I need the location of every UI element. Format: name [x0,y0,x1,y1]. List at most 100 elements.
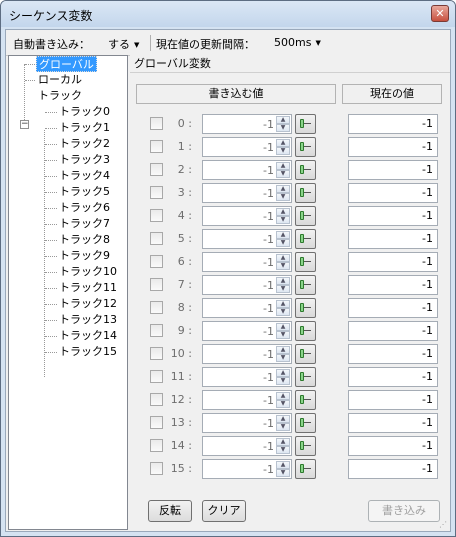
spin-down-icon[interactable]: ▼ [276,331,290,339]
title-bar[interactable]: シーケンス変数 ✕ [1,1,455,27]
row-checkbox[interactable] [150,439,163,452]
value-spinbox[interactable]: -1 ▲ ▼ [202,413,292,433]
write-button[interactable]: 書き込み [368,500,440,522]
value-spinbox[interactable]: -1 ▲ ▼ [202,436,292,456]
row-checkbox[interactable] [150,393,163,406]
collapse-icon[interactable]: − [20,120,29,129]
spin-up-icon[interactable]: ▲ [276,323,290,331]
row-checkbox[interactable] [150,140,163,153]
row-checkbox[interactable] [150,186,163,199]
set-value-button[interactable] [295,229,316,249]
set-value-button[interactable] [295,321,316,341]
tree-item-track-10[interactable]: トラック10 [57,264,119,280]
spin-up-icon[interactable]: ▲ [276,300,290,308]
set-value-button[interactable] [295,137,316,157]
value-spinbox[interactable]: -1 ▲ ▼ [202,137,292,157]
set-value-button[interactable] [295,367,316,387]
spin-down-icon[interactable]: ▼ [276,239,290,247]
spin-up-icon[interactable]: ▲ [276,415,290,423]
tree-item-track-14[interactable]: トラック14 [57,328,119,344]
row-checkbox[interactable] [150,416,163,429]
spin-down-icon[interactable]: ▼ [276,170,290,178]
spin-down-icon[interactable]: ▼ [276,193,290,201]
spin-up-icon[interactable]: ▲ [276,254,290,262]
tree-item-track[interactable]: トラック [36,88,84,104]
value-spinbox[interactable]: -1 ▲ ▼ [202,160,292,180]
tree-item-track-8[interactable]: トラック8 [57,232,112,248]
close-icon[interactable]: ✕ [431,5,449,22]
tree-item-track-0[interactable]: トラック0 [57,104,112,120]
tree-item-track-5[interactable]: トラック5 [57,184,112,200]
row-checkbox[interactable] [150,209,163,222]
spin-down-icon[interactable]: ▼ [276,124,290,132]
clear-button[interactable]: クリア [202,500,246,522]
spin-up-icon[interactable]: ▲ [276,369,290,377]
spin-down-icon[interactable]: ▼ [276,469,290,477]
update-interval-dropdown[interactable]: 500ms ▼ [274,36,321,49]
set-value-button[interactable] [295,298,316,318]
row-checkbox[interactable] [150,370,163,383]
row-checkbox[interactable] [150,347,163,360]
spin-down-icon[interactable]: ▼ [276,147,290,155]
set-value-button[interactable] [295,114,316,134]
tree-item-track-9[interactable]: トラック9 [57,248,112,264]
spin-up-icon[interactable]: ▲ [276,277,290,285]
tree-item-track-4[interactable]: トラック4 [57,168,112,184]
tree-item-track-1[interactable]: トラック1 [57,120,112,136]
spin-up-icon[interactable]: ▲ [276,392,290,400]
tree-item-track-7[interactable]: トラック7 [57,216,112,232]
spin-down-icon[interactable]: ▼ [276,354,290,362]
set-value-button[interactable] [295,160,316,180]
set-value-button[interactable] [295,413,316,433]
value-spinbox[interactable]: -1 ▲ ▼ [202,206,292,226]
spin-down-icon[interactable]: ▼ [276,262,290,270]
spin-down-icon[interactable]: ▼ [276,446,290,454]
value-spinbox[interactable]: -1 ▲ ▼ [202,298,292,318]
spin-down-icon[interactable]: ▼ [276,423,290,431]
row-checkbox[interactable] [150,278,163,291]
spin-down-icon[interactable]: ▼ [276,285,290,293]
spin-up-icon[interactable]: ▲ [276,139,290,147]
tree-item-track-15[interactable]: トラック15 [57,344,119,360]
set-value-button[interactable] [295,459,316,479]
tree-item-track-12[interactable]: トラック12 [57,296,119,312]
value-spinbox[interactable]: -1 ▲ ▼ [202,390,292,410]
spin-up-icon[interactable]: ▲ [276,231,290,239]
auto-write-dropdown[interactable]: する ▼ [108,36,139,52]
set-value-button[interactable] [295,344,316,364]
row-checkbox[interactable] [150,255,163,268]
tree-item-track-6[interactable]: トラック6 [57,200,112,216]
value-spinbox[interactable]: -1 ▲ ▼ [202,252,292,272]
set-value-button[interactable] [295,436,316,456]
spin-up-icon[interactable]: ▲ [276,438,290,446]
spin-up-icon[interactable]: ▲ [276,208,290,216]
row-checkbox[interactable] [150,462,163,475]
tree-item-track-11[interactable]: トラック11 [57,280,119,296]
invert-button[interactable]: 反転 [148,500,192,522]
spin-down-icon[interactable]: ▼ [276,216,290,224]
set-value-button[interactable] [295,206,316,226]
spin-up-icon[interactable]: ▲ [276,162,290,170]
value-spinbox[interactable]: -1 ▲ ▼ [202,275,292,295]
spin-up-icon[interactable]: ▲ [276,116,290,124]
value-spinbox[interactable]: -1 ▲ ▼ [202,183,292,203]
tree-item-global[interactable]: グローバル [36,56,97,72]
value-spinbox[interactable]: -1 ▲ ▼ [202,321,292,341]
tree-item-local[interactable]: ローカル [36,72,84,88]
value-spinbox[interactable]: -1 ▲ ▼ [202,459,292,479]
value-spinbox[interactable]: -1 ▲ ▼ [202,344,292,364]
row-checkbox[interactable] [150,324,163,337]
row-checkbox[interactable] [150,163,163,176]
spin-up-icon[interactable]: ▲ [276,461,290,469]
set-value-button[interactable] [295,275,316,295]
value-spinbox[interactable]: -1 ▲ ▼ [202,114,292,134]
tree-item-track-3[interactable]: トラック3 [57,152,112,168]
spin-down-icon[interactable]: ▼ [276,308,290,316]
resize-grip-icon[interactable]: ⋰ [439,520,449,530]
tree-item-track-2[interactable]: トラック2 [57,136,112,152]
value-spinbox[interactable]: -1 ▲ ▼ [202,229,292,249]
row-checkbox[interactable] [150,117,163,130]
spin-down-icon[interactable]: ▼ [276,400,290,408]
spin-down-icon[interactable]: ▼ [276,377,290,385]
set-value-button[interactable] [295,252,316,272]
